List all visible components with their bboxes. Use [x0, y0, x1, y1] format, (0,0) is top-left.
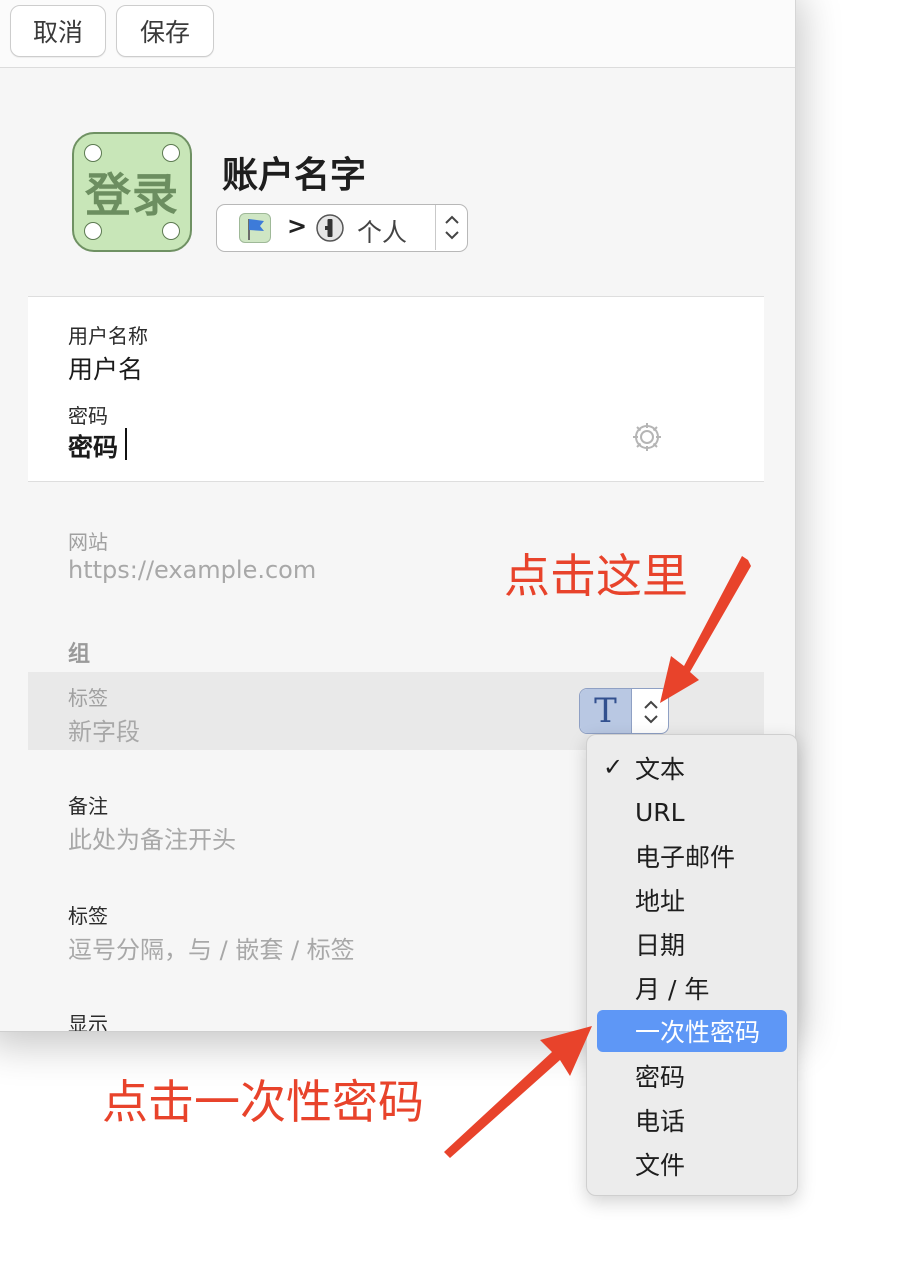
- menu-item-otp[interactable]: 一次性密码: [597, 1010, 787, 1052]
- vault-stepper-icon[interactable]: [435, 205, 467, 250]
- tags-field[interactable]: 逗号分隔，与 / 嵌套 / 标签: [68, 930, 355, 965]
- tags-label: 标签: [68, 904, 108, 928]
- vault-lock-icon: [315, 213, 345, 243]
- hole-icon: [84, 222, 102, 240]
- hole-icon: [162, 144, 180, 162]
- item-icon-label: 登录: [85, 168, 179, 222]
- password-label: 密码: [68, 404, 108, 428]
- gear-icon[interactable]: [630, 420, 664, 454]
- menu-item-date[interactable]: 日期: [597, 923, 787, 965]
- hole-icon: [162, 222, 180, 240]
- cancel-button[interactable]: 取消: [10, 5, 106, 57]
- website-label: 网站: [68, 530, 108, 554]
- vault-name: 个人: [357, 218, 408, 247]
- vault-selector[interactable]: > 个人: [216, 204, 468, 252]
- menu-item-password[interactable]: 密码: [597, 1055, 787, 1097]
- annotation-arrow-icon: [444, 1026, 592, 1158]
- item-title[interactable]: 账户名字: [222, 146, 366, 198]
- annotation-click-otp: 点击一次性密码: [102, 1075, 424, 1129]
- section-title[interactable]: 组: [68, 636, 90, 668]
- toolbar: 取消 保存: [0, 0, 795, 68]
- username-label: 用户名称: [68, 324, 148, 348]
- website-field[interactable]: https://example.com: [68, 556, 316, 584]
- text-type-icon: T: [580, 689, 632, 733]
- login-item-icon[interactable]: 登录: [72, 132, 192, 252]
- menu-item-phone[interactable]: 电话: [597, 1099, 787, 1141]
- save-button[interactable]: 保存: [116, 5, 214, 57]
- custom-field-value[interactable]: 新字段: [68, 712, 140, 747]
- username-field[interactable]: 用户名: [68, 350, 143, 386]
- field-type-menu: ✓ 文本 URL 电子邮件 地址 日期 月 / 年 一次性密码 密码 电话 文件: [586, 734, 798, 1196]
- vault-path-separator: >: [287, 212, 308, 240]
- menu-item-email[interactable]: 电子邮件: [597, 835, 787, 877]
- hole-icon: [84, 144, 102, 162]
- annotation-click-here: 点击这里: [504, 549, 688, 603]
- menu-item-month-year[interactable]: 月 / 年: [597, 967, 787, 1009]
- menu-item-text[interactable]: 文本: [597, 747, 787, 789]
- chevron-up-down-icon: [634, 691, 668, 733]
- menu-item-address[interactable]: 地址: [597, 879, 787, 921]
- menu-item-file[interactable]: 文件: [597, 1143, 787, 1185]
- custom-field-label[interactable]: 标签: [68, 682, 108, 711]
- text-cursor: [125, 428, 127, 460]
- flag-icon: [239, 213, 271, 243]
- notes-field[interactable]: 此处为备注开头: [68, 820, 236, 855]
- display-label: 显示: [68, 1012, 108, 1032]
- menu-item-url[interactable]: URL: [597, 791, 787, 833]
- field-type-button[interactable]: T: [579, 688, 669, 734]
- password-field[interactable]: 密码: [68, 428, 118, 464]
- notes-label: 备注: [68, 794, 108, 818]
